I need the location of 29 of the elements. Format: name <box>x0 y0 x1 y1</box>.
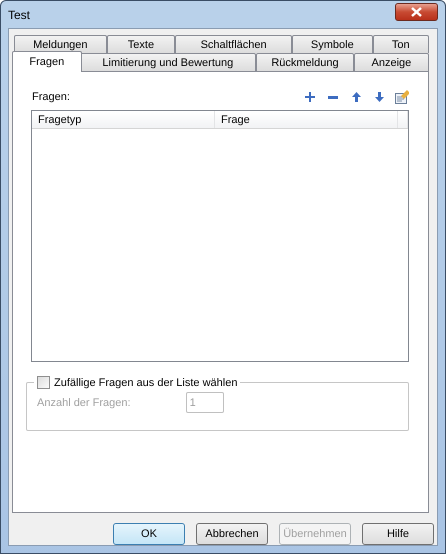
toolbar-button[interactable] <box>349 90 363 104</box>
tab[interactable]: Symbole <box>292 35 373 53</box>
count-label: Anzahl der Fragen: <box>37 396 131 408</box>
column-header[interactable]: Frage <box>215 111 398 128</box>
tab[interactable]: Fragen <box>12 51 82 72</box>
column-header[interactable]: Fragetyp <box>32 111 215 128</box>
toolbar-button[interactable] <box>395 90 409 104</box>
tab[interactable]: Limitierung und Bewertung <box>80 53 256 71</box>
toolbar-button[interactable] <box>372 90 386 104</box>
plus-icon <box>305 92 315 102</box>
arrow-down-icon <box>374 92 384 102</box>
minus-icon <box>328 96 338 98</box>
arrow-up-icon <box>352 92 360 102</box>
edit-document-icon <box>395 90 409 104</box>
tab[interactable]: Anzeige <box>354 53 429 71</box>
dialog-button[interactable]: OK <box>113 523 185 545</box>
tab[interactable]: Ton <box>372 35 429 53</box>
checkbox-label: Zufällige Fragen aus der Liste wählen <box>54 376 238 388</box>
tab[interactable]: Texte <box>106 35 176 53</box>
questions-label: Fragen: <box>32 91 70 103</box>
tab[interactable]: Schaltflächen <box>175 35 292 53</box>
window-title: Test <box>8 8 30 22</box>
toolbar-button[interactable] <box>303 90 317 104</box>
dialog-button[interactable]: Hilfe <box>362 523 434 545</box>
tab[interactable]: Rückmeldung <box>256 53 354 71</box>
close-button[interactable] <box>395 2 438 20</box>
dialog-button[interactable]: Abbrechen <box>196 523 268 545</box>
close-icon <box>411 6 422 16</box>
tab[interactable]: Meldungen <box>14 35 107 53</box>
